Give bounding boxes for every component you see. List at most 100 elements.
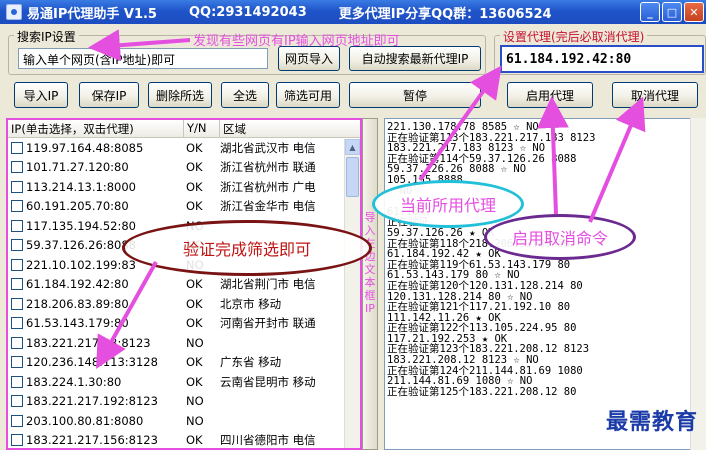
- table-row[interactable]: 218.206.83.89:80 OK 北京市 移动: [8, 294, 360, 314]
- row-checkbox[interactable]: [11, 258, 23, 271]
- row-checkbox[interactable]: [11, 414, 23, 427]
- cancel-proxy-button[interactable]: 取消代理: [612, 82, 698, 108]
- watermark: 最需教育: [605, 409, 698, 435]
- ip-cell: 183.221.217.156:8123: [8, 433, 184, 447]
- table-row[interactable]: 60.191.205.70:80 OK 浙江省金华市 电信: [8, 197, 360, 217]
- ip-cell: 61.184.192.42:80: [8, 277, 184, 291]
- table-row[interactable]: 61.184.192.42:80 OK 湖北省荆门市 电信: [8, 275, 360, 295]
- ip-cell: 101.71.27.120:80: [8, 160, 184, 174]
- row-checkbox[interactable]: [11, 161, 23, 174]
- select-all-button[interactable]: 全选: [221, 82, 269, 108]
- ip-text: 120.236.148.113:3128: [26, 355, 158, 370]
- ip-text: 119.97.164.48:8085: [26, 140, 144, 155]
- maximize-button[interactable]: □: [662, 2, 682, 22]
- row-checkbox[interactable]: [11, 239, 23, 252]
- header-region[interactable]: 区域: [220, 120, 360, 137]
- annotation-current-proxy-text: 当前所用代理: [399, 196, 496, 215]
- row-checkbox[interactable]: [11, 336, 23, 349]
- annotation-enable-cancel-ellipse: 启用取消命令: [484, 214, 636, 260]
- title-bar: 易通IP代理助手 V1.5 QQ:2931492043 更多代理IP分享QQ群：…: [0, 0, 706, 24]
- row-checkbox[interactable]: [11, 395, 23, 408]
- table-row[interactable]: 183.221.217.33:8123 NO: [8, 333, 360, 353]
- region-cell: 湖北省荆门市 电信: [220, 277, 316, 292]
- minimize-button[interactable]: _: [640, 2, 660, 22]
- status-cell: OK: [186, 355, 203, 370]
- group-info: 更多代理IP分享QQ群：13606524: [338, 6, 552, 22]
- auto-search-button[interactable]: 自动搜索最新代理IP: [349, 46, 481, 71]
- import-web-button[interactable]: 网页导入: [278, 46, 340, 71]
- table-row[interactable]: 61.53.143.179:80 OK 河南省开封市 联通: [8, 314, 360, 334]
- region-cell: 浙江省杭州市 广电: [220, 179, 316, 194]
- ip-text: 221.10.102.199:83: [26, 257, 136, 272]
- list-header: IP(单击选择，双击代理) Y/N 区域: [8, 120, 360, 138]
- table-row[interactable]: 183.224.1.30:80 OK 云南省昆明市 移动: [8, 372, 360, 392]
- row-checkbox[interactable]: [11, 180, 23, 193]
- region-cell: 浙江省杭州市 联通: [220, 160, 316, 175]
- web-url-input[interactable]: 输入单个网页(含IP地址)即可: [18, 48, 268, 69]
- ip-text: 183.224.1.30:80: [26, 374, 122, 389]
- list-scrollbar[interactable]: ▲: [344, 139, 360, 448]
- annotation-top-note: 发现有些网页有IP输入网页地址即可: [193, 34, 400, 49]
- save-ip-button[interactable]: 保存IP: [79, 82, 139, 108]
- status-cell: OK: [186, 140, 203, 155]
- scroll-thumb[interactable]: [346, 157, 359, 197]
- filter-usable-button[interactable]: 筛选可用: [276, 82, 340, 108]
- row-checkbox[interactable]: [11, 278, 23, 291]
- region-cell: 河南省开封市 联通: [220, 316, 316, 331]
- row-checkbox[interactable]: [11, 375, 23, 388]
- ip-text: 218.206.83.89:80: [26, 296, 129, 311]
- ip-list[interactable]: IP(单击选择，双击代理) Y/N 区域 119.97.164.48:8085 O…: [6, 118, 362, 450]
- table-row[interactable]: 120.236.148.113:3128 OK 广东省 移动: [8, 353, 360, 373]
- ip-text: 101.71.27.120:80: [26, 160, 129, 175]
- ip-text: 203.100.80.81:8080: [26, 413, 144, 428]
- ip-text: 61.184.192.42:80: [26, 277, 129, 292]
- row-checkbox[interactable]: [11, 219, 23, 232]
- table-row[interactable]: 183.221.217.192:8123 NO: [8, 392, 360, 412]
- annotation-filter-ellipse: 验证完成筛选即可: [122, 220, 372, 276]
- app-title: 易通IP代理助手 V1.5: [27, 6, 157, 22]
- pause-button[interactable]: 暂停: [349, 82, 481, 108]
- row-checkbox[interactable]: [11, 356, 23, 369]
- row-checkbox[interactable]: [11, 141, 23, 154]
- row-checkbox[interactable]: [11, 297, 23, 310]
- ip-text: 113.214.13.1:8000: [26, 179, 136, 194]
- table-row[interactable]: 101.71.27.120:80 OK 浙江省杭州市 联通: [8, 158, 360, 178]
- ip-cell: 183.221.217.192:8123: [8, 394, 184, 408]
- scroll-up-icon[interactable]: ▲: [345, 139, 360, 155]
- log-textarea[interactable]: 221.130.178.78 8585 ☆ NO 正在验证第113个183.221…: [384, 118, 706, 450]
- log-lines: 221.130.178.78 8585 ☆ NO 正在验证第113个183.221…: [387, 122, 703, 397]
- current-proxy-field[interactable]: 61.184.192.42:80: [500, 45, 704, 73]
- header-ip[interactable]: IP(单击选择，双击代理): [8, 120, 184, 137]
- log-scrollbar[interactable]: [690, 118, 706, 450]
- ip-cell: 60.191.205.70:80: [8, 199, 184, 213]
- header-yn[interactable]: Y/N: [184, 120, 220, 137]
- ip-text: 183.221.217.156:8123: [26, 433, 158, 448]
- ip-text: 117.135.194.52:80: [26, 218, 136, 233]
- row-checkbox[interactable]: [11, 317, 23, 330]
- close-button[interactable]: ✕: [684, 2, 704, 22]
- row-checkbox[interactable]: [11, 434, 23, 447]
- status-cell: OK: [186, 179, 203, 194]
- annotation-filter-text: 验证完成筛选即可: [182, 240, 311, 259]
- table-row[interactable]: 183.221.217.156:8123 OK 四川省德阳市 电信: [8, 431, 360, 449]
- ip-cell: 183.221.217.33:8123: [8, 336, 184, 350]
- search-group-title: 搜索IP设置: [14, 28, 79, 45]
- ip-cell: 218.206.83.89:80: [8, 297, 184, 311]
- status-cell: NO: [186, 413, 204, 428]
- import-ip-button[interactable]: 导入IP: [14, 82, 68, 108]
- delete-selected-button[interactable]: 删除所选: [148, 82, 212, 108]
- ip-cell: 183.224.1.30:80: [8, 375, 184, 389]
- app-icon: [6, 4, 22, 20]
- ip-text: 59.37.126.26:8088: [26, 238, 136, 253]
- table-row[interactable]: 113.214.13.1:8000 OK 浙江省杭州市 广电: [8, 177, 360, 197]
- status-cell: OK: [186, 296, 203, 311]
- table-row[interactable]: 119.97.164.48:8085 OK 湖北省武汉市 电信: [8, 138, 360, 158]
- region-cell: 广东省 移动: [220, 355, 282, 370]
- enable-proxy-button[interactable]: 启用代理: [507, 82, 593, 108]
- table-row[interactable]: 203.100.80.81:8080 NO: [8, 411, 360, 431]
- annotation-current-proxy-ellipse: 当前所用代理: [372, 180, 524, 228]
- ip-cell: 203.100.80.81:8080: [8, 414, 184, 428]
- row-checkbox[interactable]: [11, 200, 23, 213]
- status-cell: OK: [186, 199, 203, 214]
- import-left-textbox-button[interactable]: 导入左边文本框IP: [362, 118, 378, 450]
